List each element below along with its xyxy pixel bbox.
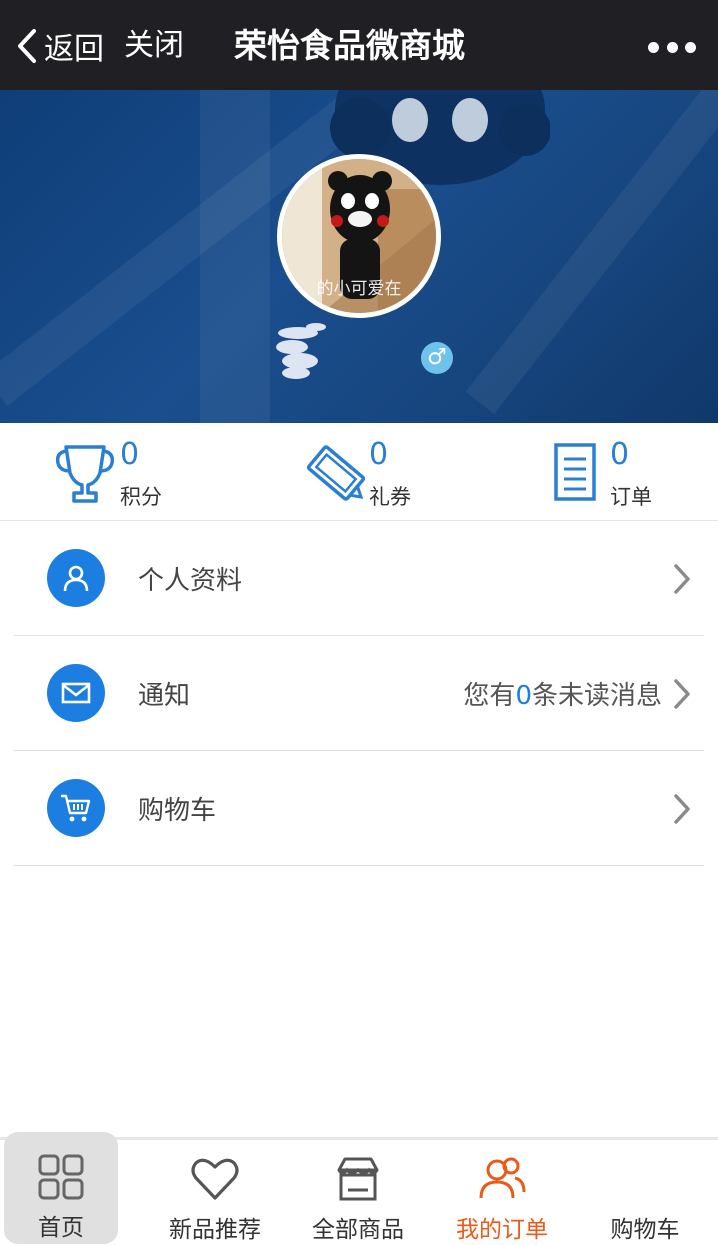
back-label: 返回: [44, 32, 104, 67]
profile-header: 的小可爱在 ♂: [0, 90, 718, 423]
menu-item-cart[interactable]: 购物车: [14, 751, 704, 866]
users-icon: [479, 1157, 526, 1199]
background-decoration: [200, 90, 270, 423]
avatar[interactable]: 的小可爱在: [277, 154, 441, 318]
tab-cart-label: 购物车: [610, 1217, 680, 1243]
stat-orders-label: 订单: [610, 485, 652, 509]
chevron-left-icon: [18, 29, 36, 63]
stat-coupons[interactable]: 0 礼券: [305, 435, 475, 511]
stat-orders-value: 0: [610, 437, 630, 472]
gender-male-icon: ♂: [421, 342, 453, 374]
tab-home-label: 首页: [38, 1215, 84, 1241]
tab-all-products[interactable]: 全部商品: [293, 1140, 423, 1245]
top-navigation-bar: 返回 关闭 荣怡食品微商城: [0, 0, 718, 90]
store-icon: [337, 1157, 379, 1201]
stat-points-label: 积分: [120, 485, 162, 509]
chevron-right-icon: [674, 794, 690, 824]
more-dot-icon: [685, 41, 696, 53]
page-title: 荣怡食品微商城: [234, 26, 465, 65]
grid-icon: [38, 1154, 84, 1200]
stat-coupons-label: 礼券: [369, 485, 411, 509]
stat-points[interactable]: 0 积分: [54, 435, 214, 511]
cart-icon: [47, 779, 105, 837]
tab-my-orders[interactable]: 我的订单: [437, 1140, 567, 1245]
menu-item-cart-label: 购物车: [138, 796, 217, 826]
tab-home[interactable]: 首页: [4, 1132, 118, 1244]
menu-item-profile-label: 个人资料: [138, 566, 243, 596]
order-document-icon: [554, 443, 596, 501]
tab-cart[interactable]: 购物车: [580, 1140, 710, 1245]
tab-my-orders-label: 我的订单: [456, 1217, 548, 1243]
unread-suffix: 条未读消息: [531, 681, 662, 711]
unread-count: 0: [515, 681, 532, 711]
more-options-button[interactable]: [648, 30, 696, 64]
menu-item-notifications[interactable]: 通知 您有0条未读消息: [14, 636, 704, 751]
stat-orders[interactable]: 0 订单: [552, 435, 702, 511]
more-dot-icon: [666, 41, 678, 53]
nickname-blurred: [276, 323, 326, 379]
tab-new-products[interactable]: 新品推荐: [150, 1140, 280, 1245]
stat-points-value: 0: [120, 437, 140, 472]
tab-new-products-label: 新品推荐: [169, 1217, 261, 1243]
stats-row: 0 积分 0 礼券 0 订单: [0, 423, 718, 521]
chevron-right-icon: [674, 679, 690, 709]
bottom-tab-bar: 首页 新品推荐 全部商品 我的订单 购物车: [0, 1132, 718, 1245]
envelope-icon: [47, 664, 105, 722]
coupon-icon: [306, 445, 366, 501]
avatar-caption: 的小可爱在: [316, 279, 402, 299]
user-icon: [47, 549, 105, 607]
unread-prefix: 您有: [463, 681, 516, 711]
trophy-icon: [55, 445, 115, 503]
menu-item-notifications-label: 通知: [138, 681, 191, 711]
close-button[interactable]: 关闭: [124, 22, 184, 70]
chevron-right-icon: [674, 564, 690, 594]
heart-icon: [191, 1158, 239, 1200]
more-dot-icon: [648, 41, 659, 53]
menu-item-profile[interactable]: 个人资料: [14, 521, 704, 636]
unread-messages-status: 您有0条未读消息: [463, 675, 662, 712]
tab-all-products-label: 全部商品: [312, 1217, 404, 1243]
stat-coupons-value: 0: [369, 437, 389, 472]
back-button[interactable]: 返回: [16, 22, 104, 70]
